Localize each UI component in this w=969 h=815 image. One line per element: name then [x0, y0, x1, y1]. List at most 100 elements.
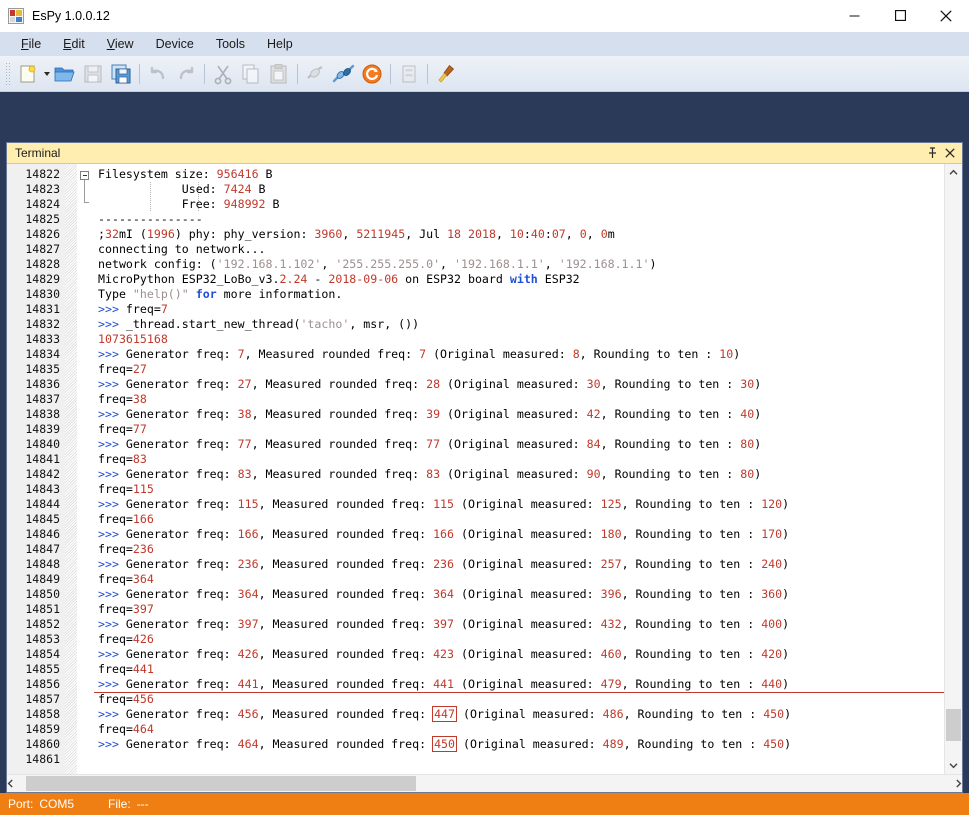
scroll-down-button[interactable]: [945, 757, 962, 774]
terminal-token: _thread.start_new_thread(: [125, 317, 301, 331]
terminal-line[interactable]: >>> Generator freq: 83, Measured rounded…: [94, 467, 944, 482]
maximize-button[interactable]: [877, 0, 923, 31]
terminal-line[interactable]: 1073615168: [94, 332, 944, 347]
redo-button[interactable]: [172, 60, 200, 88]
terminal-token: 426: [237, 647, 259, 661]
line-number: 14859: [25, 722, 60, 736]
line-number: 14822: [25, 167, 60, 181]
menu-item-help[interactable]: Help: [256, 35, 304, 53]
connect-plug-icon: [332, 64, 355, 82]
vertical-scroll-thumb[interactable]: [946, 709, 961, 741]
terminal-line[interactable]: >>> freq=7: [94, 302, 944, 317]
terminal-line[interactable]: freq=426: [94, 632, 944, 647]
terminal-line[interactable]: freq=236: [94, 542, 944, 557]
menu-item-tools[interactable]: Tools: [205, 35, 256, 53]
terminal-line[interactable]: freq=27: [94, 362, 944, 377]
terminal-token: , Measured rounded freq:: [258, 677, 434, 691]
terminal-line[interactable]: ;32mI (1996) phy: phy_version: 3960, 521…: [94, 227, 944, 242]
terminal-token: >>>: [98, 407, 126, 421]
terminal-line[interactable]: freq=115: [94, 482, 944, 497]
connect-button[interactable]: [330, 60, 358, 88]
menu-item-file[interactable]: File: [10, 35, 52, 53]
terminal-line[interactable]: MicroPython ESP32_LoBo_v3.2.24 - 2018-09…: [94, 272, 944, 287]
save-all-button[interactable]: [107, 60, 135, 88]
terminal-token: mI: [118, 227, 140, 241]
terminal-line[interactable]: Type "help()" for more information.: [94, 287, 944, 302]
close-button[interactable]: [923, 0, 969, 31]
terminal-close-button[interactable]: [941, 145, 958, 162]
terminal-line[interactable]: >>> _thread.start_new_thread('tacho', ms…: [94, 317, 944, 332]
terminal-line[interactable]: Used: 7424 B: [94, 182, 944, 197]
terminal-line[interactable]: Filesystem size: 956416 B: [94, 167, 944, 182]
terminal-line[interactable]: >>> Generator freq: 77, Measured rounded…: [94, 437, 944, 452]
save-button[interactable]: [79, 60, 107, 88]
terminal-token: freq=: [98, 632, 133, 646]
terminal-line[interactable]: freq=83: [94, 452, 944, 467]
terminal-line[interactable]: freq=441: [94, 662, 944, 677]
scroll-left-button[interactable]: [7, 775, 14, 792]
menu-item-device[interactable]: Device: [145, 35, 205, 53]
device-button[interactable]: [395, 60, 423, 88]
terminal-output-text[interactable]: Filesystem size: 956416 B Used: 7424 B F…: [94, 164, 944, 774]
terminal-line[interactable]: Free: 948992 B: [94, 197, 944, 212]
terminal-viewport[interactable]: 14822 14823 14824 14825 14826 14827 14828 14829…: [7, 164, 944, 774]
terminal-token: 257: [600, 557, 622, 571]
horizontal-scroll-track[interactable]: [14, 775, 955, 792]
terminal-line[interactable]: freq=166: [94, 512, 944, 527]
terminal-token: 115: [237, 497, 259, 511]
open-file-button[interactable]: [51, 60, 79, 88]
menu-item-edit[interactable]: Edit: [52, 35, 96, 53]
terminal-token: , Rounding to ten :: [579, 347, 720, 361]
terminal-token: ,: [565, 227, 580, 241]
terminal-line[interactable]: freq=38: [94, 392, 944, 407]
terminal-line[interactable]: freq=397: [94, 602, 944, 617]
terminal-line[interactable]: >>> Generator freq: 441, Measured rounde…: [94, 677, 944, 692]
scroll-right-button[interactable]: [955, 775, 962, 792]
terminal-line[interactable]: >>> Generator freq: 397, Measured rounde…: [94, 617, 944, 632]
copy-button[interactable]: [237, 60, 265, 88]
terminal-line[interactable]: connecting to network...: [94, 242, 944, 257]
terminal-token: 115: [433, 497, 455, 511]
minimize-button[interactable]: [831, 0, 877, 31]
terminal-line[interactable]: >>> Generator freq: 115, Measured rounde…: [94, 497, 944, 512]
terminal-token: 236: [237, 557, 259, 571]
terminal-vertical-scrollbar[interactable]: [944, 164, 962, 774]
terminal-line[interactable]: >>> Generator freq: 27, Measured rounded…: [94, 377, 944, 392]
terminal-line[interactable]: [94, 752, 944, 767]
new-file-button[interactable]: [14, 60, 42, 88]
collapse-fold-icon[interactable]: [80, 171, 89, 180]
terminal-line[interactable]: ---------------: [94, 212, 944, 227]
terminal-line[interactable]: >>> Generator freq: 166, Measured rounde…: [94, 527, 944, 542]
terminal-line[interactable]: >>> Generator freq: 364, Measured rounde…: [94, 587, 944, 602]
terminal-line[interactable]: >>> Generator freq: 426, Measured rounde…: [94, 647, 944, 662]
horizontal-scroll-thumb[interactable]: [26, 776, 416, 791]
menu-item-view[interactable]: View: [96, 35, 145, 53]
terminal-line[interactable]: network config: ('192.168.1.102', '255.2…: [94, 257, 944, 272]
terminal-line[interactable]: freq=364: [94, 572, 944, 587]
disconnect-button[interactable]: [302, 60, 330, 88]
terminal-line[interactable]: >>> Generator freq: 7, Measured rounded …: [94, 347, 944, 362]
cut-button[interactable]: [209, 60, 237, 88]
terminal-line[interactable]: freq=77: [94, 422, 944, 437]
terminal-line[interactable]: >>> Generator freq: 464, Measured rounde…: [94, 736, 944, 752]
clear-terminal-button[interactable]: [432, 60, 460, 88]
paste-button[interactable]: [265, 60, 293, 88]
terminal-line[interactable]: >>> Generator freq: 38, Measured rounded…: [94, 407, 944, 422]
toolbar-separator: [297, 63, 298, 84]
terminal-token: , Rounding to ten :: [600, 407, 741, 421]
terminal-line[interactable]: freq=464: [94, 722, 944, 737]
terminal-horizontal-scrollbar[interactable]: [7, 774, 962, 792]
terminal-line[interactable]: >>> Generator freq: 456, Measured rounde…: [94, 706, 944, 722]
vertical-scroll-track[interactable]: [945, 181, 962, 757]
terminal-token: 5211945: [356, 227, 406, 241]
terminal-pin-button[interactable]: [924, 145, 941, 162]
terminal-line[interactable]: freq=456: [94, 692, 944, 707]
new-file-dropdown-button[interactable]: [42, 60, 51, 88]
code-folding-column[interactable]: [78, 164, 94, 774]
reset-button[interactable]: [358, 60, 386, 88]
undo-button[interactable]: [144, 60, 172, 88]
scroll-up-button[interactable]: [945, 164, 962, 181]
terminal-line[interactable]: >>> Generator freq: 236, Measured rounde…: [94, 557, 944, 572]
terminal-token: (Original measured:: [454, 647, 601, 661]
toolbar-grip[interactable]: [4, 60, 12, 87]
